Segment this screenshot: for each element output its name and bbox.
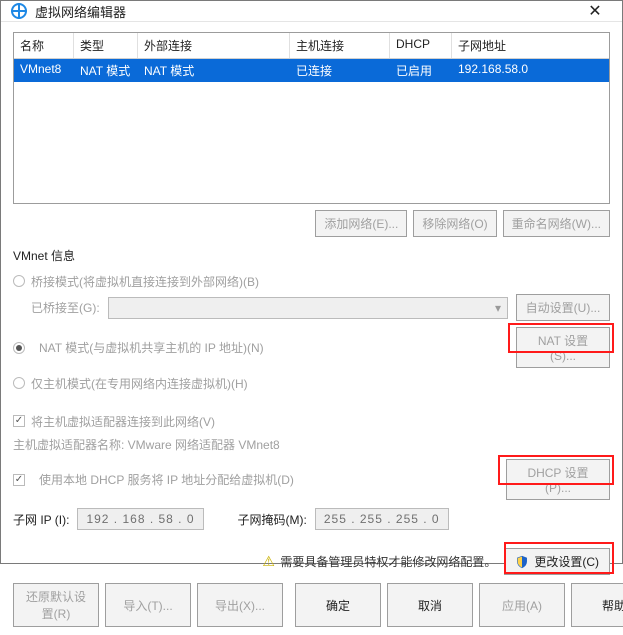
change-settings-label: 更改设置(C) <box>534 553 599 570</box>
export-button[interactable]: 导出(X)... <box>197 583 283 627</box>
vmnet-info-header: VMnet 信息 <box>13 247 610 264</box>
table-header: 名称 类型 外部连接 主机连接 DHCP 子网地址 <box>14 33 609 59</box>
network-table[interactable]: 名称 类型 外部连接 主机连接 DHCP 子网地址 VMnet8 NAT 模式 … <box>13 32 610 204</box>
window-title: 虚拟网络编辑器 <box>35 2 578 21</box>
bridged-to-row: 已桥接至(G): ▾ 自动设置(U)... <box>31 294 610 321</box>
cell-name: VMnet8 <box>14 59 74 82</box>
admin-warning: ⚠ 需要具备管理员特权才能修改网络配置。 <box>262 553 496 570</box>
adapter-name-label: 主机虚拟适配器名称: VMware 网络适配器 VMnet8 <box>13 436 610 453</box>
col-dhcp[interactable]: DHCP <box>390 33 452 58</box>
cell-host: 已连接 <box>290 59 390 82</box>
cancel-button[interactable]: 取消 <box>387 583 473 627</box>
change-settings-button[interactable]: 更改设置(C) <box>504 548 610 575</box>
nat-settings-button[interactable]: NAT 设置(S)... <box>516 327 610 368</box>
dhcp-settings-button[interactable]: DHCP 设置(P)... <box>506 459 610 500</box>
window: 虚拟网络编辑器 ✕ 名称 类型 外部连接 主机连接 DHCP 子网地址 VMne… <box>0 0 623 564</box>
shield-icon <box>515 555 529 569</box>
help-button[interactable]: 帮助 <box>571 583 623 627</box>
cell-type: NAT 模式 <box>74 59 138 82</box>
bridged-to-combo[interactable]: ▾ <box>108 297 508 319</box>
cell-dhcp: 已启用 <box>390 59 452 82</box>
app-icon <box>11 3 27 19</box>
col-ext[interactable]: 外部连接 <box>138 33 290 58</box>
import-button[interactable]: 导入(T)... <box>105 583 191 627</box>
hostonly-radio[interactable] <box>13 377 25 389</box>
subnet-mask-label: 子网掩码(M): <box>238 511 307 528</box>
hostonly-label: 仅主机模式(在专用网络内连接虚拟机)(H) <box>31 375 248 392</box>
subnet-row: 子网 IP (I): 192 . 168 . 58 . 0 子网掩码(M): 2… <box>13 508 610 530</box>
subnet-ip-label: 子网 IP (I): <box>13 511 69 528</box>
remove-network-button[interactable]: 移除网络(O) <box>413 210 496 237</box>
subnet-ip-field[interactable]: 192 . 168 . 58 . 0 <box>77 508 203 530</box>
bridged-radio[interactable] <box>13 275 25 287</box>
warning-icon: ⚠ <box>262 553 275 569</box>
nat-label: NAT 模式(与虚拟机共享主机的 IP 地址)(N) <box>39 339 264 356</box>
col-name[interactable]: 名称 <box>14 33 74 58</box>
footer-buttons: 还原默认设置(R) 导入(T)... 导出(X)... 确定 取消 应用(A) … <box>13 583 610 627</box>
table-row[interactable]: VMnet8 NAT 模式 NAT 模式 已连接 已启用 192.168.58.… <box>14 59 609 82</box>
rename-network-button[interactable]: 重命名网络(W)... <box>503 210 610 237</box>
ok-button[interactable]: 确定 <box>295 583 381 627</box>
connect-host-label: 将主机虚拟适配器连接到此网络(V) <box>31 413 215 430</box>
nat-row: NAT 模式(与虚拟机共享主机的 IP 地址)(N) NAT 设置(S)... <box>13 327 610 368</box>
col-type[interactable]: 类型 <box>74 33 138 58</box>
hostonly-row: 仅主机模式(在专用网络内连接虚拟机)(H) <box>13 370 610 396</box>
bridged-to-label: 已桥接至(G): <box>31 299 100 316</box>
apply-button[interactable]: 应用(A) <box>479 583 565 627</box>
restore-defaults-button[interactable]: 还原默认设置(R) <box>13 583 99 627</box>
col-host[interactable]: 主机连接 <box>290 33 390 58</box>
close-icon[interactable]: ✕ <box>578 1 612 21</box>
subnet-mask-field[interactable]: 255 . 255 . 255 . 0 <box>315 508 449 530</box>
nat-radio[interactable] <box>13 342 25 354</box>
dhcp-row: 使用本地 DHCP 服务将 IP 地址分配给虚拟机(D) DHCP 设置(P).… <box>13 459 610 500</box>
connect-host-checkbox[interactable] <box>13 415 25 427</box>
chevron-down-icon: ▾ <box>495 301 501 315</box>
admin-row: ⚠ 需要具备管理员特权才能修改网络配置。 更改设置(C) <box>13 548 610 575</box>
add-network-button[interactable]: 添加网络(E)... <box>315 210 407 237</box>
col-subnet[interactable]: 子网地址 <box>452 33 609 58</box>
table-buttons: 添加网络(E)... 移除网络(O) 重命名网络(W)... <box>13 210 610 237</box>
cell-ext: NAT 模式 <box>138 59 290 82</box>
bridged-label: 桥接模式(将虚拟机直接连接到外部网络)(B) <box>31 273 259 290</box>
auto-settings-button[interactable]: 自动设置(U)... <box>516 294 610 321</box>
dhcp-checkbox[interactable] <box>13 474 25 486</box>
connect-host-row: 将主机虚拟适配器连接到此网络(V) <box>13 408 610 434</box>
dhcp-label: 使用本地 DHCP 服务将 IP 地址分配给虚拟机(D) <box>39 471 294 488</box>
titlebar: 虚拟网络编辑器 ✕ <box>1 1 622 22</box>
bridged-row: 桥接模式(将虚拟机直接连接到外部网络)(B) <box>13 268 610 294</box>
cell-subnet: 192.168.58.0 <box>452 59 609 82</box>
admin-msg: 需要具备管理员特权才能修改网络配置。 <box>280 555 496 569</box>
content: 名称 类型 外部连接 主机连接 DHCP 子网地址 VMnet8 NAT 模式 … <box>1 22 622 635</box>
